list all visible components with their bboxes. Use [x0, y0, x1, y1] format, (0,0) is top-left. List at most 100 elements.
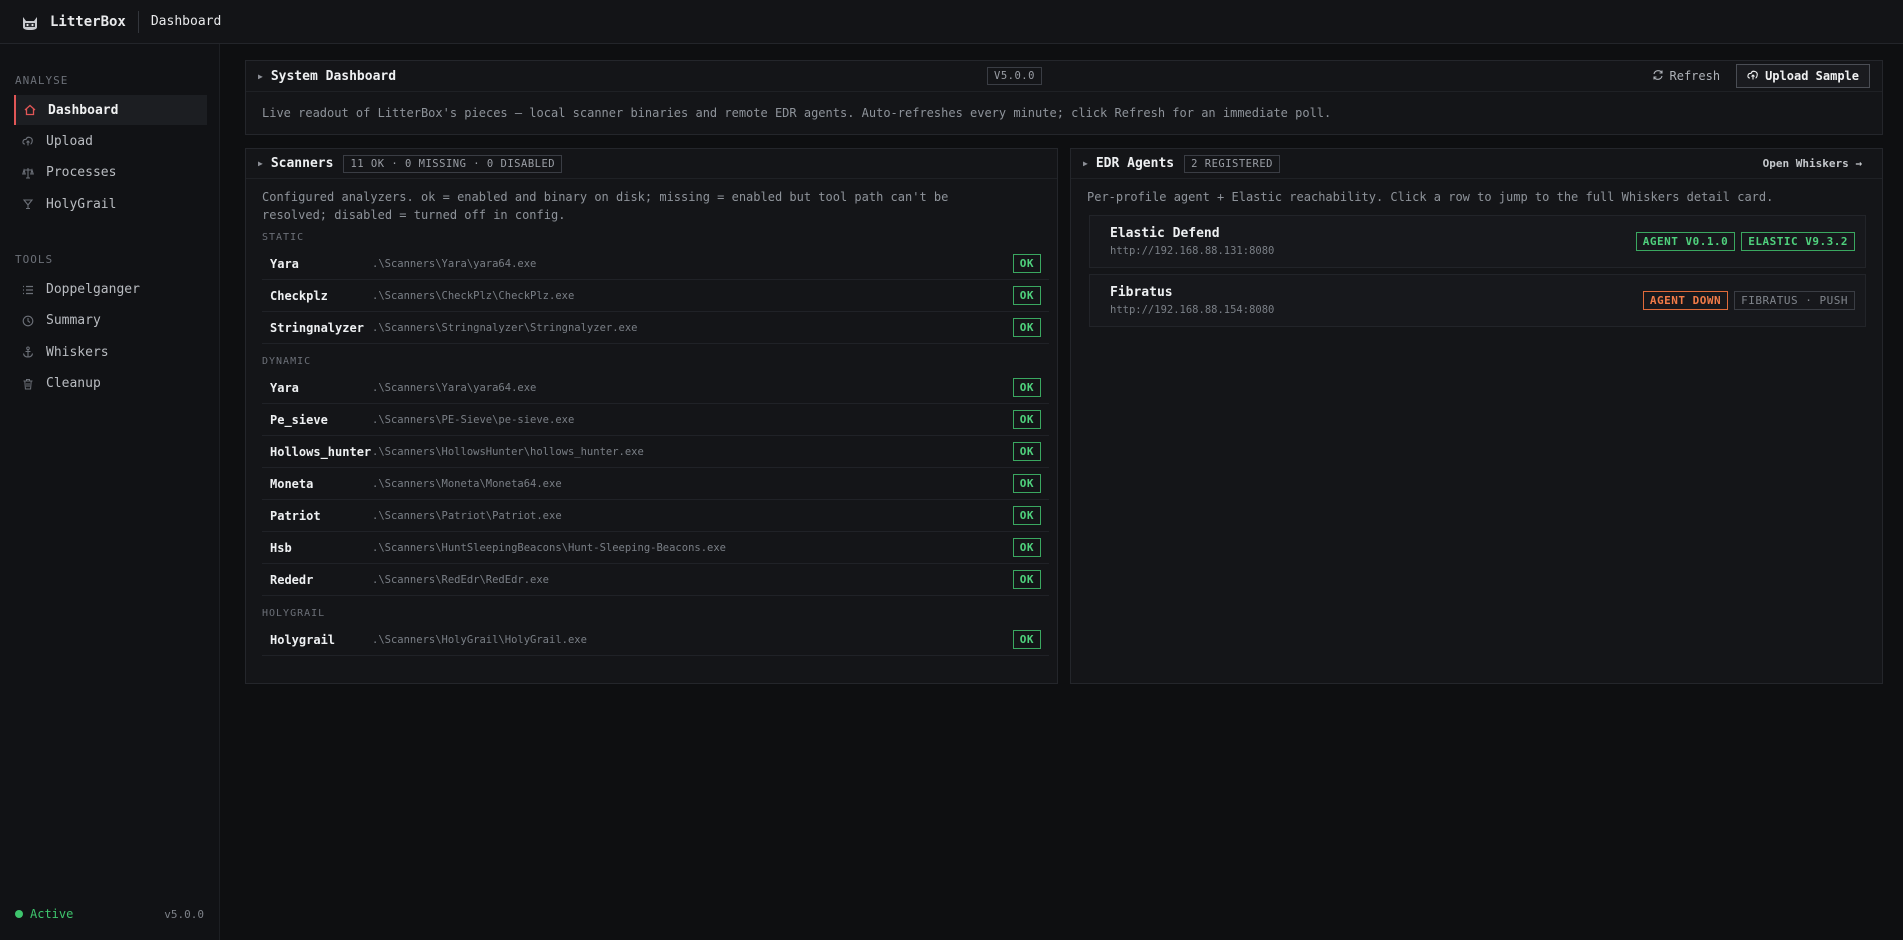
- status-badge: OK: [1012, 254, 1041, 273]
- status-badge: AGENT DOWN: [1642, 291, 1729, 310]
- scanner-name: Pe_sieve: [270, 412, 328, 427]
- scanner-name: Checkplz: [270, 288, 328, 303]
- sidebar-item-doppelganger[interactable]: Doppelganger: [14, 275, 207, 305]
- top-bar: LitterBox Dashboard: [0, 0, 1903, 44]
- status-dot-icon: [15, 910, 23, 918]
- refresh-button[interactable]: Refresh: [1642, 64, 1731, 88]
- panel-title: System Dashboard: [270, 68, 397, 84]
- list-icon: [22, 284, 34, 296]
- upload-icon: [22, 135, 34, 147]
- panel-title: EDR Agents: [1095, 156, 1175, 171]
- sidebar-item-upload[interactable]: Upload: [14, 126, 207, 156]
- status-text: Active: [30, 907, 74, 921]
- sidebar-item-label: HolyGrail: [46, 196, 117, 212]
- status-badge: ELASTIC V9.3.2: [1741, 232, 1855, 251]
- collapse-caret-icon[interactable]: ▶: [258, 159, 263, 168]
- status-badge: OK: [1012, 630, 1041, 649]
- edr-description: Per-profile agent + Elastic reachability…: [1087, 190, 1774, 204]
- upload-sample-button[interactable]: Upload Sample: [1736, 64, 1870, 88]
- upload-sample-label: Upload Sample: [1765, 69, 1859, 83]
- scanner-name: Patriot: [270, 508, 321, 523]
- scanner-name: Rededr: [270, 572, 314, 587]
- system-dashboard-panel: ▶ System Dashboard Refresh Upload Sample…: [245, 60, 1883, 135]
- refresh-label: Refresh: [1669, 69, 1721, 83]
- cat-logo-icon: [23, 16, 37, 30]
- section-label-tools: TOOLS: [15, 252, 54, 266]
- edr-agent-row[interactable]: Fibratus http://192.168.88.154:8080 AGENT …: [1089, 274, 1866, 327]
- upload-cloud-icon: [1747, 69, 1759, 84]
- system-description: Live readout of LitterBox's pieces — loc…: [262, 106, 1332, 120]
- scale-icon: [22, 167, 34, 179]
- status-badge: OK: [1012, 474, 1041, 493]
- sidebar-item-cleanup[interactable]: Cleanup: [14, 369, 207, 399]
- scanner-name: Yara: [270, 380, 299, 395]
- scanners-panel: ▶ Scanners 11 OK · 0 MISSING · 0 DISABLE…: [245, 148, 1058, 684]
- sidebar-item-summary[interactable]: Summary: [14, 306, 207, 336]
- scanner-row[interactable]: Pe_sieve .\Scanners\PE-Sieve\pe-sieve.exe…: [262, 404, 1049, 436]
- sidebar-item-whiskers[interactable]: Whiskers: [14, 337, 207, 367]
- status-badge: OK: [1012, 506, 1041, 525]
- edr-agents-panel: ▶ EDR Agents 2 REGISTERED Open Whiskers …: [1070, 148, 1883, 684]
- sidebar-item-label: Whiskers: [46, 344, 109, 360]
- scanner-path: .\Scanners\Patriot\Patriot.exe: [372, 509, 562, 522]
- scanner-row[interactable]: Yara .\Scanners\Yara\yara64.exe OK: [262, 372, 1049, 404]
- scanner-path: .\Scanners\HollowsHunter\hollows_hunter.…: [372, 445, 644, 458]
- scanner-path: .\Scanners\Moneta\Moneta64.exe: [372, 477, 562, 490]
- registered-count-tag: 2 REGISTERED: [1184, 154, 1280, 173]
- scanner-name: Holygrail: [270, 632, 336, 647]
- edr-agent-info: Fibratus http://192.168.88.154:8080: [1110, 285, 1274, 316]
- scanner-row[interactable]: Hsb .\Scanners\HuntSleepingBeacons\Hunt-S…: [262, 532, 1049, 564]
- status-indicator: Active: [15, 907, 73, 921]
- scanner-row[interactable]: Moneta .\Scanners\Moneta\Moneta64.exe OK: [262, 468, 1049, 500]
- scanner-group-label: HOLYGRAIL: [262, 608, 326, 619]
- scanner-row[interactable]: Hollows_hunter .\Scanners\HollowsHunter\h…: [262, 436, 1049, 468]
- refresh-icon: [1652, 69, 1664, 84]
- scanner-row[interactable]: Rededr .\Scanners\RedEdr\RedEdr.exe OK: [262, 564, 1049, 596]
- scanner-group-label: DYNAMIC: [262, 356, 312, 367]
- scanner-row[interactable]: Stringnalyzer .\Scanners\Stringnalyzer\St…: [262, 312, 1049, 344]
- scanner-name: Stringnalyzer: [270, 320, 364, 335]
- edr-agent-url: http://192.168.88.131:8080: [1110, 245, 1275, 257]
- scanner-summary-tag: 11 OK · 0 MISSING · 0 DISABLED: [343, 154, 563, 173]
- home-icon: [24, 104, 36, 116]
- scanner-path: .\Scanners\Yara\yara64.exe: [372, 257, 537, 270]
- scanner-name: Yara: [270, 256, 299, 271]
- status-badge: OK: [1012, 570, 1041, 589]
- sidebar-item-label: Dashboard: [48, 102, 119, 118]
- edr-agent-list: Elastic Defend http://192.168.88.131:8080…: [1071, 206, 1882, 327]
- app-version: v5.0.0: [164, 907, 204, 921]
- scanner-path: .\Scanners\RedEdr\RedEdr.exe: [372, 573, 550, 586]
- clock-icon: [22, 315, 34, 327]
- sidebar-item-holygrail[interactable]: HolyGrail: [14, 189, 207, 219]
- sidebar-item-dashboard[interactable]: Dashboard: [14, 95, 207, 125]
- status-badge: OK: [1012, 378, 1041, 397]
- open-whiskers-link[interactable]: Open Whiskers →: [1763, 157, 1862, 170]
- brand-name[interactable]: LitterBox: [50, 14, 126, 30]
- scanner-path: .\Scanners\HuntSleepingBeacons\Hunt-Slee…: [372, 541, 727, 554]
- sidebar-item-label: Upload: [46, 133, 93, 149]
- sidebar: ANALYSE Dashboard Upload Processes HolyG…: [0, 44, 220, 940]
- scanner-path: .\Scanners\CheckPlz\CheckPlz.exe: [372, 289, 575, 302]
- collapse-caret-icon[interactable]: ▶: [258, 72, 263, 81]
- status-badge: FIBRATUS · PUSH: [1734, 291, 1855, 310]
- edr-agent-url: http://192.168.88.154:8080: [1110, 304, 1275, 316]
- scanner-name: Hollows_hunter: [270, 444, 372, 459]
- collapse-caret-icon[interactable]: ▶: [1083, 159, 1088, 168]
- status-badge: OK: [1012, 318, 1041, 337]
- edr-agent-badges: AGENT V0.1.0 ELASTIC V9.3.2: [1630, 232, 1855, 251]
- edr-agent-row[interactable]: Elastic Defend http://192.168.88.131:8080…: [1089, 215, 1866, 268]
- edr-agent-info: Elastic Defend http://192.168.88.131:8080: [1110, 226, 1274, 257]
- scanner-row[interactable]: Checkplz .\Scanners\CheckPlz\CheckPlz.exe…: [262, 280, 1049, 312]
- sidebar-item-label: Cleanup: [46, 376, 101, 392]
- topbar-divider: [137, 10, 139, 33]
- panel-title: Scanners: [270, 156, 334, 171]
- scanner-row[interactable]: Holygrail .\Scanners\HolyGrail\HolyGrail.…: [262, 624, 1049, 656]
- sidebar-item-processes[interactable]: Processes: [14, 158, 207, 188]
- sidebar-item-label: Summary: [46, 313, 101, 329]
- scanner-row[interactable]: Patriot .\Scanners\Patriot\Patriot.exe OK: [262, 500, 1049, 532]
- grail-icon: [22, 198, 34, 210]
- scanner-row[interactable]: Yara .\Scanners\Yara\yara64.exe OK: [262, 248, 1049, 280]
- status-badge: OK: [1012, 442, 1041, 461]
- scanner-path: .\Scanners\HolyGrail\HolyGrail.exe: [372, 633, 587, 646]
- status-badge: OK: [1012, 410, 1041, 429]
